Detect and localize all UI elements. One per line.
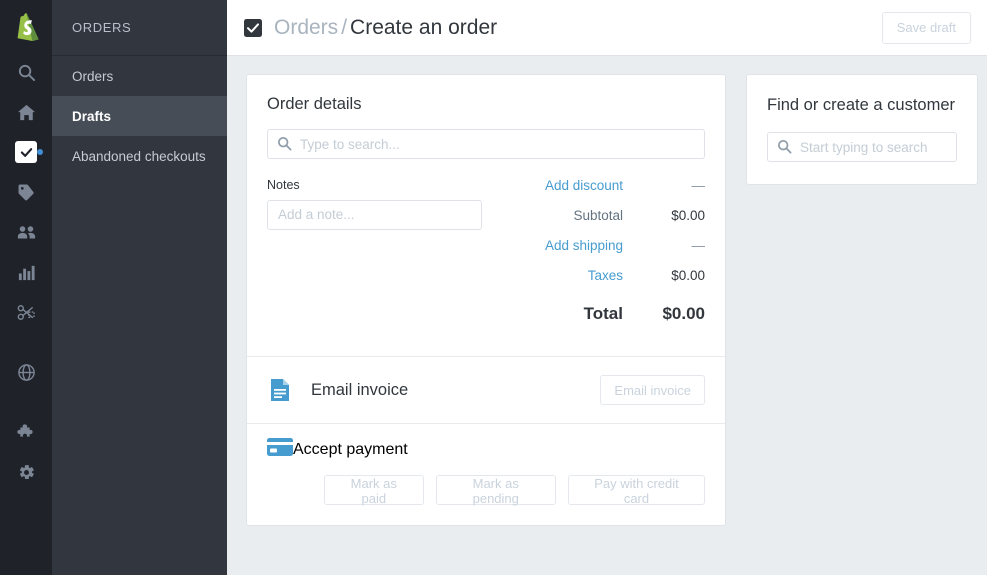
discount-value: —: [623, 178, 705, 193]
notes-input[interactable]: [267, 200, 482, 230]
totals-column: Add discount — Subtotal $0.00 Add shippi…: [482, 178, 705, 334]
notes-and-totals: Notes Add discount — Subtotal: [267, 178, 705, 334]
total-value: $0.00: [623, 304, 705, 324]
secondary-sidebar: ORDERS Orders Drafts Abandoned checkouts: [52, 0, 227, 575]
subtotal-value: $0.00: [623, 208, 705, 223]
add-discount-link[interactable]: Add discount: [545, 178, 623, 193]
scissors-icon[interactable]: [0, 292, 52, 332]
search-icon[interactable]: [0, 52, 52, 92]
page-content: Order details Notes: [227, 56, 987, 575]
sidebar-item-label: Drafts: [72, 109, 111, 124]
home-icon[interactable]: [0, 92, 52, 132]
order-details-section: Order details Notes: [247, 75, 725, 356]
orders-checkbox-icon: [243, 18, 263, 38]
taxes-value: $0.00: [623, 268, 705, 283]
order-details-title: Order details: [267, 95, 705, 114]
document-invoice-icon: [267, 378, 293, 402]
email-invoice-button[interactable]: Email invoice: [600, 375, 705, 405]
shopify-logo[interactable]: [0, 0, 52, 52]
orders-badge-dot: [37, 149, 43, 155]
globe-icon[interactable]: [0, 352, 52, 392]
customers-icon[interactable]: [0, 212, 52, 252]
total-label: Total: [584, 304, 623, 324]
gear-icon[interactable]: [0, 452, 52, 492]
sidebar-item-orders[interactable]: Orders: [52, 56, 227, 96]
mark-as-paid-button[interactable]: Mark as paid: [324, 475, 424, 505]
accept-payment-header: Accept payment: [267, 438, 705, 461]
totals-row-subtotal: Subtotal $0.00: [512, 208, 705, 238]
sidebar-item-drafts[interactable]: Drafts: [52, 96, 227, 136]
sidebar-item-label: Abandoned checkouts: [72, 149, 206, 164]
puzzle-icon[interactable]: [0, 412, 52, 452]
orders-active-box: [15, 141, 37, 163]
breadcrumb-separator: /: [341, 16, 347, 39]
mark-as-pending-button[interactable]: Mark as pending: [436, 475, 556, 505]
main-area: Orders/Create an order Save draft Order …: [227, 0, 987, 575]
orders-checkbox-icon[interactable]: [0, 132, 52, 172]
search-icon: [777, 139, 792, 159]
totals-row-total: Total $0.00: [512, 304, 705, 334]
page-title-current: Create an order: [350, 16, 497, 39]
tag-icon[interactable]: [0, 172, 52, 212]
save-draft-button[interactable]: Save draft: [882, 12, 971, 44]
notes-column: Notes: [267, 178, 482, 334]
order-card: Order details Notes: [246, 74, 726, 526]
sidebar-item-abandoned-checkouts[interactable]: Abandoned checkouts: [52, 136, 227, 176]
sidebar-item-label: Orders: [72, 69, 113, 84]
customer-search-input[interactable]: [767, 132, 957, 162]
email-invoice-section: Email invoice Email invoice: [247, 357, 725, 423]
customer-search-wrap: [767, 132, 957, 162]
accept-payment-section: Accept payment Mark as paid Mark as pend…: [247, 424, 725, 525]
top-bar: Orders/Create an order Save draft: [227, 0, 987, 56]
search-icon: [277, 136, 292, 156]
add-shipping-link[interactable]: Add shipping: [545, 238, 623, 253]
breadcrumb[interactable]: Orders: [274, 16, 338, 39]
pay-with-credit-card-button[interactable]: Pay with credit card: [568, 475, 705, 505]
sidebar-header: ORDERS: [52, 0, 227, 56]
totals-row-discount: Add discount —: [512, 178, 705, 208]
email-invoice-title: Email invoice: [311, 381, 408, 400]
product-search-wrap: [267, 129, 705, 159]
app-root: ORDERS Orders Drafts Abandoned checkouts…: [0, 0, 987, 575]
icon-rail: [0, 0, 52, 575]
customer-card: Find or create a customer: [746, 74, 978, 185]
right-column: Find or create a customer: [726, 74, 978, 575]
customer-panel-title: Find or create a customer: [767, 95, 957, 116]
page-title: Orders/Create an order: [274, 16, 497, 40]
product-search-input[interactable]: [267, 129, 705, 159]
subtotal-label: Subtotal: [573, 208, 623, 223]
credit-card-icon: [267, 438, 293, 461]
notes-label: Notes: [267, 178, 482, 192]
payment-actions: Mark as paid Mark as pending Pay with cr…: [267, 475, 705, 505]
totals-row-taxes: Taxes $0.00: [512, 268, 705, 298]
shipping-value: —: [623, 238, 705, 253]
accept-payment-title: Accept payment: [293, 441, 408, 459]
totals-row-shipping: Add shipping —: [512, 238, 705, 268]
taxes-link[interactable]: Taxes: [588, 268, 623, 283]
bar-chart-icon[interactable]: [0, 252, 52, 292]
left-column: Order details Notes: [246, 74, 726, 575]
